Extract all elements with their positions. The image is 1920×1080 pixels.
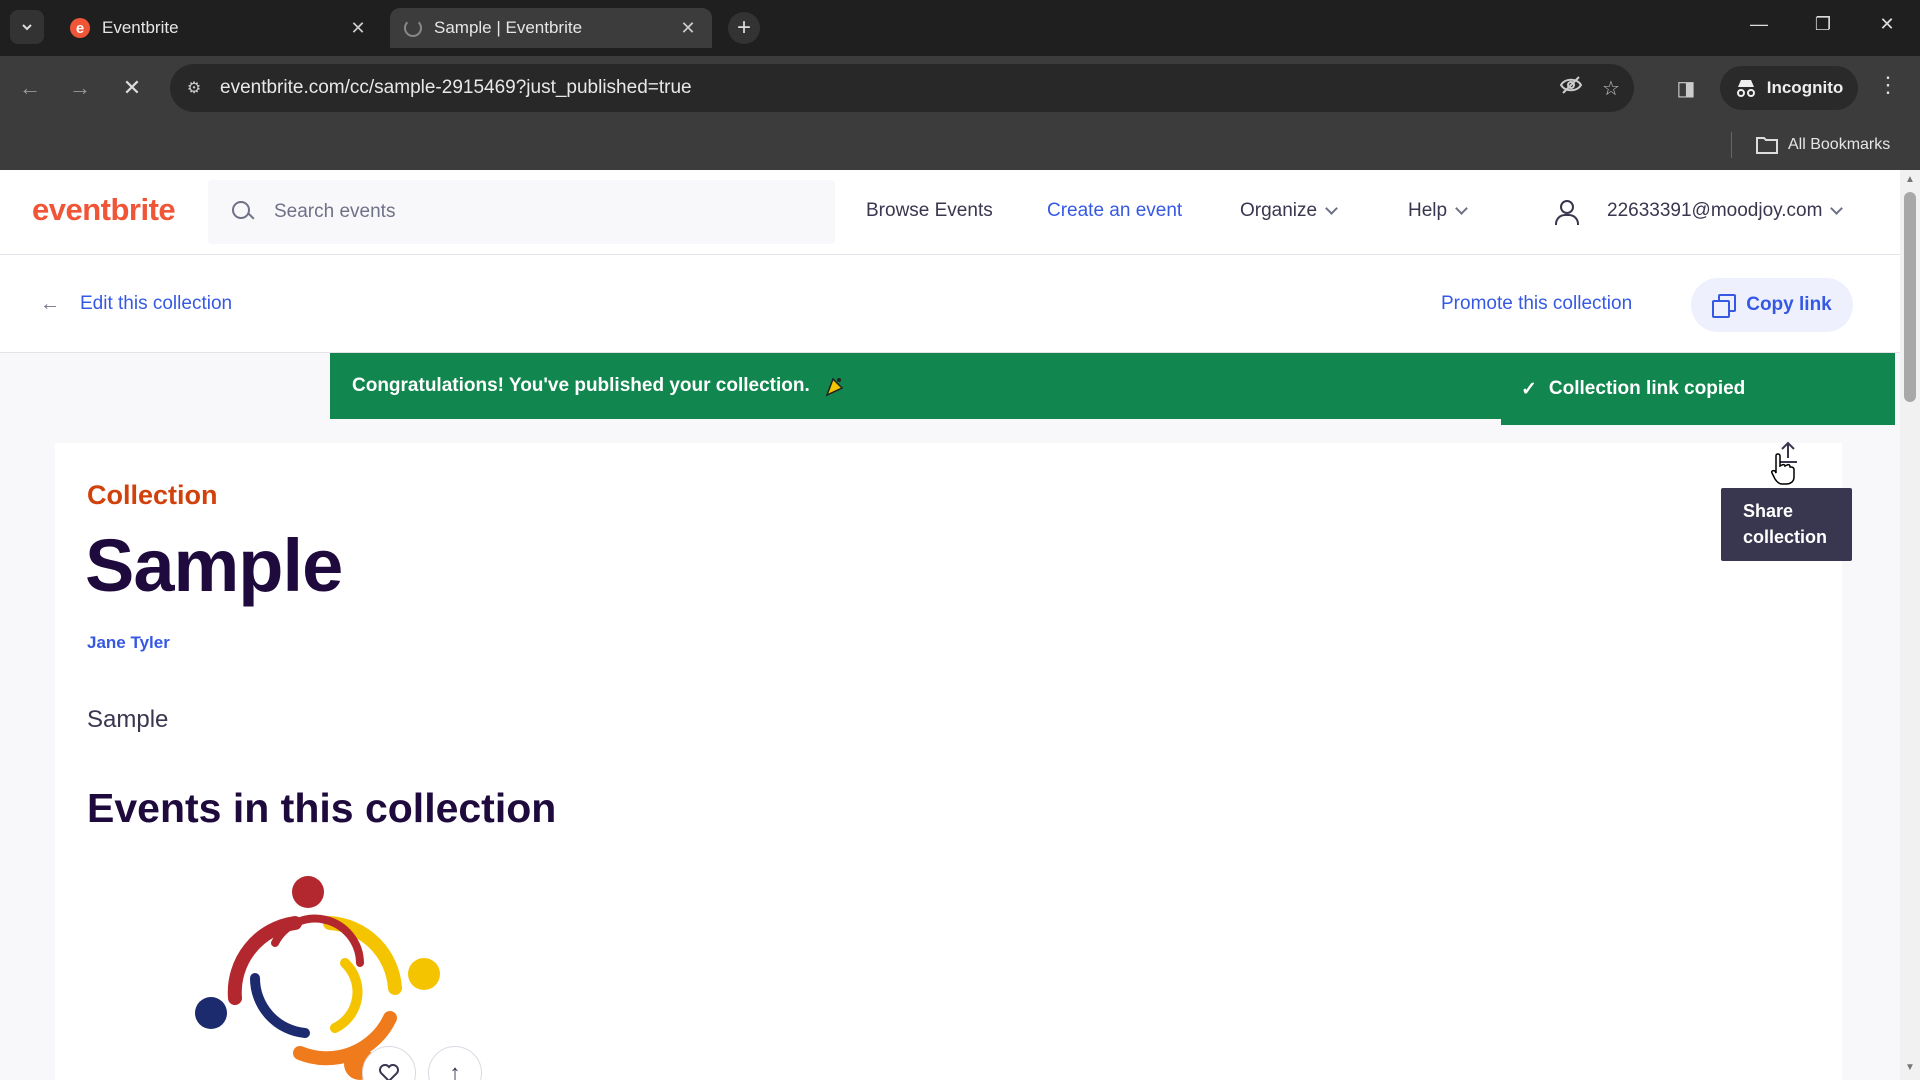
browse-events-link[interactable]: Browse Events — [866, 200, 993, 222]
close-tab-icon[interactable]: ✕ — [678, 18, 698, 39]
account-menu[interactable]: 22633391@moodjoy.com — [1607, 200, 1844, 222]
incognito-label: Incognito — [1766, 78, 1844, 97]
bookmark-star-icon[interactable]: ☆ — [1594, 76, 1628, 101]
collection-title: Sample — [85, 524, 343, 607]
address-bar[interactable]: ⚙ eventbrite.com/cc/sample-2915469?just_… — [170, 64, 1634, 112]
collection-eyebrow: Collection — [87, 480, 218, 510]
divider — [1731, 132, 1732, 158]
tab-title: Eventbrite — [102, 18, 179, 37]
toast-message: Collection link copied — [1548, 378, 1746, 399]
close-tab-icon[interactable]: ✕ — [348, 18, 368, 39]
close-window-icon[interactable]: ✕ — [1872, 14, 1902, 35]
help-label: Help — [1408, 200, 1448, 221]
events-heading: Events in this collection — [87, 785, 557, 831]
copy-link-label: Copy link — [1746, 294, 1832, 315]
collection-subheader: ← Edit this collection Promote this coll… — [0, 255, 1900, 353]
bookmarks-bar: All Bookmarks — [0, 120, 1920, 170]
help-menu[interactable]: Help — [1408, 200, 1468, 222]
party-popper-icon — [825, 377, 844, 397]
browse-events-label: Browse Events — [866, 200, 993, 221]
tooltip-line-2: collection — [1743, 527, 1828, 547]
chevron-down-icon — [1830, 202, 1844, 215]
chevron-down-icon — [1325, 202, 1338, 215]
loading-icon — [404, 19, 422, 37]
chevron-down-icon — [22, 24, 32, 31]
incognito-icon — [1736, 80, 1755, 97]
copy-link-button[interactable]: Copy link — [1691, 278, 1853, 332]
copy-icon — [1712, 294, 1737, 318]
user-avatar-icon[interactable] — [1552, 198, 1580, 226]
collection-description: Sample — [87, 706, 169, 733]
scroll-up-icon[interactable]: ▲ — [1905, 174, 1915, 185]
hand-cursor-icon — [1771, 453, 1795, 485]
share-icon: ↑ — [449, 1060, 461, 1080]
scrollbar-thumb[interactable] — [1904, 192, 1916, 402]
scroll-down-icon[interactable]: ▼ — [1905, 1062, 1915, 1073]
browser-menu-icon[interactable]: ⋮ — [1876, 72, 1900, 104]
minimize-icon[interactable]: — — [1744, 14, 1774, 35]
browser-tabbar: e Eventbrite ✕ Sample | Eventbrite ✕ + —… — [0, 0, 1920, 56]
tab-search-button[interactable] — [10, 10, 44, 44]
incognito-indicator[interactable]: Incognito — [1720, 66, 1858, 110]
eye-off-icon[interactable] — [1554, 73, 1588, 103]
page-scrollbar[interactable]: ▲ ▼ — [1900, 170, 1920, 1080]
back-icon[interactable]: ← — [14, 72, 46, 104]
event-logo-image[interactable] — [185, 868, 445, 1080]
new-tab-button[interactable]: + — [728, 12, 760, 44]
back-arrow-icon[interactable]: ← — [40, 293, 60, 316]
create-event-link[interactable]: Create an event — [1047, 200, 1182, 222]
chevron-down-icon — [1455, 202, 1468, 215]
collection-card: Collection Sample Jane Tyler Sample Even… — [55, 443, 1842, 1080]
tab-title: Sample | Eventbrite — [434, 18, 583, 37]
organize-label: Organize — [1240, 200, 1318, 221]
side-panel-icon[interactable]: ◨ — [1672, 74, 1700, 102]
search-bar[interactable] — [208, 180, 835, 244]
forward-icon[interactable]: → — [64, 72, 96, 104]
stop-loading-icon[interactable]: ✕ — [116, 72, 148, 104]
heart-icon — [379, 1064, 399, 1080]
banner-message: Congratulations! You've published your c… — [352, 375, 810, 396]
tooltip-line-1: Share — [1743, 501, 1794, 521]
share-collection-tooltip: Share collection — [1721, 488, 1852, 561]
browser-toolbar: ← → ✕ ⚙ eventbrite.com/cc/sample-2915469… — [0, 56, 1920, 120]
url-text[interactable]: eventbrite.com/cc/sample-2915469?just_pu… — [220, 77, 1554, 99]
checkmark-icon: ✓ — [1521, 378, 1537, 400]
organizer-link[interactable]: Jane Tyler — [87, 633, 170, 653]
edit-collection-link[interactable]: Edit this collection — [80, 293, 232, 315]
search-input[interactable] — [274, 201, 774, 223]
restore-icon[interactable]: ❐ — [1808, 14, 1838, 35]
browser-tab-sample[interactable]: Sample | Eventbrite ✕ — [390, 8, 712, 48]
eventbrite-logo[interactable]: eventbrite — [32, 192, 176, 228]
create-event-label: Create an event — [1047, 200, 1183, 221]
organize-menu[interactable]: Organize — [1240, 200, 1338, 222]
eventbrite-favicon-icon: e — [70, 18, 90, 38]
all-bookmarks-label: All Bookmarks — [1788, 136, 1891, 153]
all-bookmarks-button[interactable]: All Bookmarks — [1756, 130, 1890, 160]
site-info-icon[interactable]: ⚙ — [180, 74, 208, 102]
user-email: 22633391@moodjoy.com — [1607, 200, 1823, 221]
link-copied-toast: ✓ Collection link copied — [1501, 353, 1895, 425]
search-icon — [230, 199, 256, 225]
browser-tab-eventbrite[interactable]: e Eventbrite ✕ — [56, 8, 382, 48]
promote-collection-link[interactable]: Promote this collection — [1441, 293, 1632, 315]
folder-icon — [1756, 137, 1778, 154]
site-header: eventbrite Browse Events Create an event… — [0, 170, 1900, 255]
